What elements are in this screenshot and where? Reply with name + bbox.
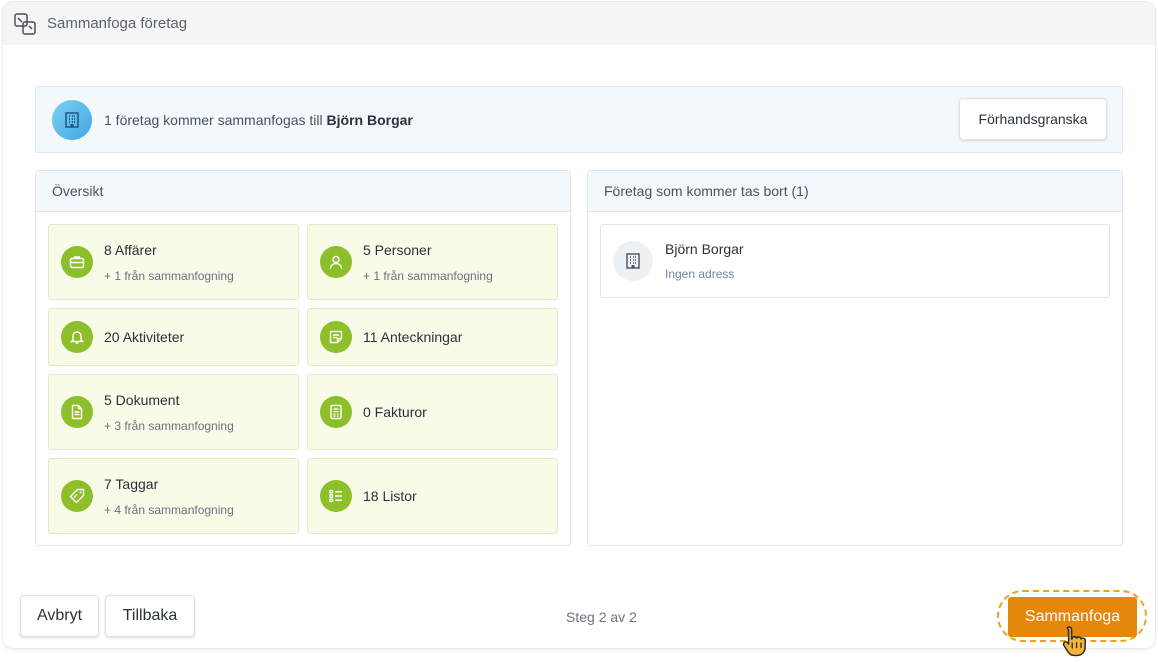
overview-panel: Översikt 8 Affärer + 1 från sammanfognin… [35,170,571,546]
removed-companies-panel: Företag som kommer tas bort (1) Björn Bo… [587,170,1123,546]
cancel-button[interactable]: Avbryt [20,595,99,637]
person-icon [320,246,352,278]
stat-label: 0 Fakturor [363,404,427,420]
stat-sub: + 4 från sammanfogning [104,502,234,517]
building-icon [613,241,653,281]
hand-pointer-icon [1062,626,1086,657]
stat-sub: + 1 från sammanfogning [104,268,234,283]
stat-sub: + 1 från sammanfogning [363,268,493,283]
stat-personer: 5 Personer + 1 från sammanfogning [307,224,558,300]
stat-anteckningar: 11 Anteckningar [307,308,558,366]
merge-dialog: Sammanfoga företag 1 företag kommer samm… [3,2,1155,648]
company-address: Ingen adress [665,267,735,281]
tag-icon [61,480,93,512]
stat-label: 7 Taggar [104,475,159,492]
dialog-title: Sammanfoga företag [47,15,188,32]
overview-grid: 8 Affärer + 1 från sammanfogning 5 Perso… [48,224,558,534]
stat-taggar: 7 Taggar + 4 från sammanfogning [48,458,299,534]
merge-summary-text: 1 företag kommer sammanfogas till Björn … [104,112,413,128]
stat-affarer: 8 Affärer + 1 från sammanfogning [48,224,299,300]
list-icon [320,480,352,512]
merge-target-name: Björn Borgar [326,111,413,128]
building-icon [52,99,92,140]
company-card[interactable]: Björn Borgar Ingen adress [600,224,1110,298]
stat-label: 8 Affärer [104,241,157,258]
preview-button[interactable]: Förhandsgranska [959,98,1107,140]
briefcase-icon [61,246,93,278]
bell-icon [61,321,93,353]
stat-label: 5 Personer [363,241,432,258]
merge-icon [14,12,36,35]
stat-fakturor: 0 Fakturor [307,374,558,450]
stat-aktiviteter: 20 Aktiviteter [48,308,299,366]
stat-label: 18 Listor [363,488,417,504]
stat-sub: + 3 från sammanfogning [104,418,234,433]
step-indicator: Steg 2 av 2 [566,609,637,625]
overview-title: Översikt [36,171,570,212]
stat-listor: 18 Listor [307,458,558,534]
merge-summary-prefix: 1 företag kommer sammanfogas till [104,111,327,128]
stat-dokument: 5 Dokument + 3 från sammanfogning [48,374,299,450]
merge-summary-banner: 1 företag kommer sammanfogas till Björn … [35,86,1123,153]
back-button[interactable]: Tillbaka [105,595,195,637]
document-icon [61,396,93,428]
company-name: Björn Borgar [665,241,744,257]
stat-label: 11 Anteckningar [363,329,463,345]
invoice-icon [320,396,352,428]
removed-companies-title: Företag som kommer tas bort (1) [588,171,1122,212]
dialog-titlebar: Sammanfoga företag [3,2,1155,45]
stat-label: 5 Dokument [104,391,180,408]
stat-label: 20 Aktiviteter [104,329,185,345]
note-icon [320,321,352,353]
